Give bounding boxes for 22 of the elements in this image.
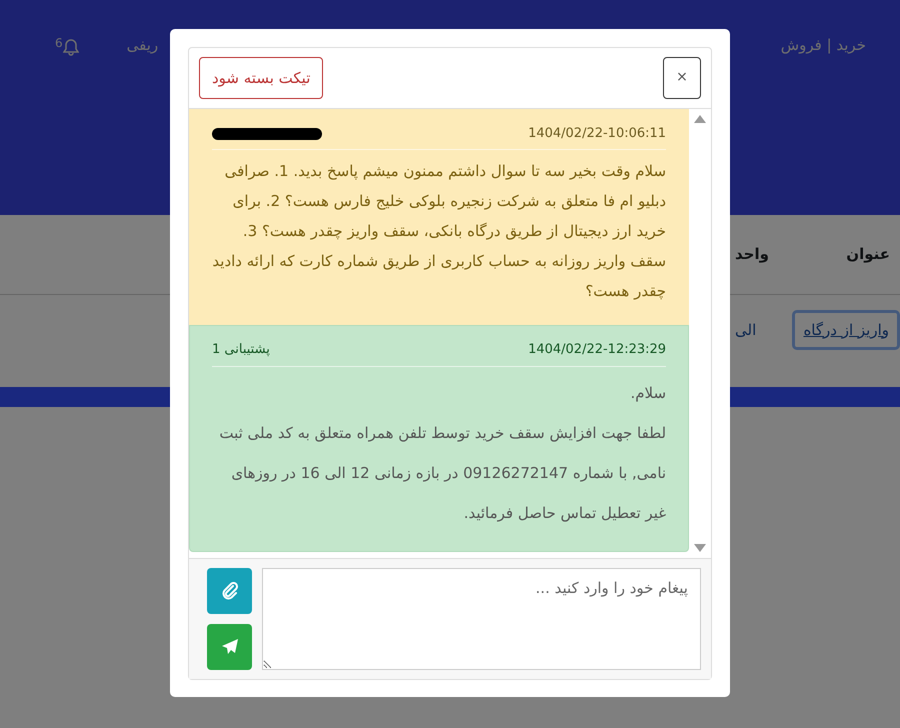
- table-cell-text: الی: [735, 320, 756, 341]
- send-icon: [220, 638, 238, 656]
- table-link[interactable]: واریز از درگاه: [792, 310, 900, 350]
- message-text: سلام.: [630, 382, 666, 404]
- scroll-up-icon[interactable]: [694, 114, 706, 123]
- column-header: عنوان: [846, 244, 890, 266]
- paperclip-icon: [220, 582, 238, 600]
- close-ticket-button[interactable]: تیکت بسته شود: [199, 56, 324, 99]
- message-text: لطفا جهت افزایش سقف خرید توسط تلفن همراه متعلق به کد ملی ثبت نامی, با شماره 09126272147 در بازه زمانی 12 الی 16 در روزهای غیر تعطیل تماس حاصل فرمائید.: [218, 422, 666, 524]
- message-timestamp: 1404/02/22-10:06:11: [528, 124, 666, 143]
- column-header: واحد: [735, 244, 769, 266]
- nav-link[interactable]: خرید | فروش: [780, 34, 866, 56]
- send-button[interactable]: [207, 624, 252, 670]
- notification-button[interactable]: 6: [55, 34, 79, 56]
- message-field[interactable]: پیغام خود را وارد کنید ...: [262, 568, 701, 670]
- message-text: سلام وقت بخیر سه تا سوال داشتم ممنون میشم پاسخ بدید. 1. صرافی دبلیو ام فا متعلق به شرکت زنجیره بلوکی خلیج فارس هست؟ 2. برای خرید ارز دیجیتال از طریق درگاه بانکی، سقف واریز چقدر هست؟ 3. سقف واریز روزانه به حساب کاربری از طریق شماره کارت که ارائه دادید چقدر هست؟: [212, 161, 666, 302]
- message-timestamp: 1404/02/22-12:23:29: [528, 341, 666, 360]
- scroll-down-icon[interactable]: [694, 544, 706, 552]
- message-sender: پشتیبانی 1: [212, 341, 270, 360]
- nav-link[interactable]: ریفی: [126, 34, 158, 56]
- attach-button[interactable]: [207, 568, 252, 614]
- close-button[interactable]: ×: [663, 56, 701, 99]
